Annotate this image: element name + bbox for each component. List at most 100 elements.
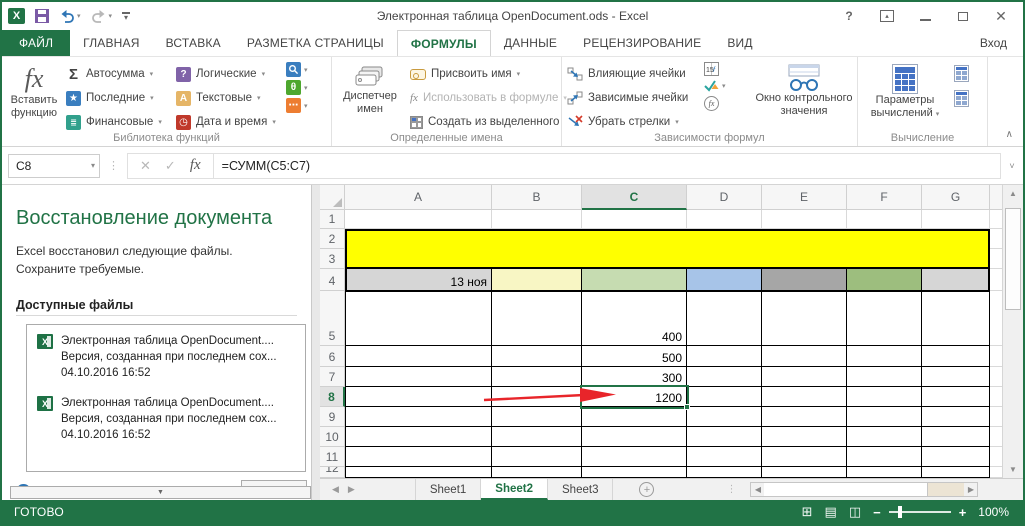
cell-D7[interactable] xyxy=(687,367,762,387)
cell-F10[interactable] xyxy=(847,427,922,447)
page-layout-view-icon[interactable]: ▤ xyxy=(825,504,837,520)
cell-F4[interactable] xyxy=(847,269,922,291)
cell-F5[interactable] xyxy=(847,291,922,346)
ribbon-display-options-icon[interactable]: ▴ xyxy=(879,8,895,24)
name-box-dropdown-icon[interactable]: ▾ xyxy=(91,161,95,170)
cell-B3[interactable] xyxy=(492,249,582,269)
cell-C3[interactable] xyxy=(582,249,687,269)
tab-review[interactable]: РЕЦЕНЗИРОВАНИЕ xyxy=(570,30,714,56)
recovered-file-item[interactable]: X Электронная таблица OpenDocument.... В… xyxy=(37,333,301,381)
cell-E9[interactable] xyxy=(762,407,847,427)
cell-F9[interactable] xyxy=(847,407,922,427)
cell-E11[interactable] xyxy=(762,447,847,467)
tab-view[interactable]: ВИД xyxy=(714,30,765,56)
cell-B4[interactable] xyxy=(492,269,582,291)
cell-D11[interactable] xyxy=(687,447,762,467)
formula-input[interactable]: =СУММ(C5:C7) xyxy=(214,153,1001,179)
cell-F6[interactable] xyxy=(847,346,922,367)
cell-E2[interactable] xyxy=(762,229,847,249)
cell-D1[interactable] xyxy=(687,210,762,229)
cell-B5[interactable] xyxy=(492,291,582,346)
cell-E6[interactable] xyxy=(762,346,847,367)
redo-button[interactable]: ▾ xyxy=(91,9,113,23)
cell-A9[interactable] xyxy=(345,407,492,427)
cell-G4[interactable] xyxy=(922,269,990,291)
cell-A2[interactable] xyxy=(345,229,492,249)
create-from-selection-button[interactable]: Создать из выделенного xyxy=(410,110,567,134)
cell-A1[interactable] xyxy=(345,210,492,229)
watch-window-button[interactable]: Окно контрольного значения xyxy=(754,60,854,118)
cell-D10[interactable] xyxy=(687,427,762,447)
row-header-3[interactable]: 3 xyxy=(320,249,345,269)
cell-E5[interactable] xyxy=(762,291,847,346)
cell-D5[interactable] xyxy=(687,291,762,346)
scroll-down-icon[interactable]: ▼ xyxy=(1003,461,1023,478)
row-header-2[interactable]: 2 xyxy=(320,229,345,249)
financial-functions-button[interactable]: ≣ Финансовые▾ xyxy=(66,110,162,134)
vertical-scroll-thumb[interactable] xyxy=(1005,208,1021,310)
define-name-button[interactable]: Присвоить имя▾ xyxy=(410,62,567,86)
row-header-5[interactable]: 5 xyxy=(320,291,345,346)
vertical-scrollbar[interactable]: ▲ ▼ xyxy=(1002,185,1023,478)
cell-D9[interactable] xyxy=(687,407,762,427)
formula-bar-expand-icon[interactable]: ˅ xyxy=(1001,161,1023,171)
cell-D8[interactable] xyxy=(687,387,762,407)
page-break-view-icon[interactable]: ◫ xyxy=(849,504,861,520)
row-header-1[interactable]: 1 xyxy=(320,210,345,229)
save-button[interactable] xyxy=(35,9,49,23)
name-box[interactable]: C8 ▾ xyxy=(8,154,100,178)
recent-functions-button[interactable]: ★ Последние▾ xyxy=(66,86,162,110)
cell-C2[interactable] xyxy=(582,229,687,249)
cell-C10[interactable] xyxy=(582,427,687,447)
row-header-9[interactable]: 9 xyxy=(320,407,345,427)
tab-formulas[interactable]: ФОРМУЛЫ xyxy=(397,30,491,56)
remove-arrows-button[interactable]: Убрать стрелки▾ xyxy=(567,110,688,134)
normal-view-icon[interactable]: ⊞ xyxy=(802,504,813,520)
column-header-G[interactable]: G xyxy=(922,185,990,210)
cell-F2[interactable] xyxy=(847,229,922,249)
cell-B7[interactable] xyxy=(492,367,582,387)
tab-home[interactable]: ГЛАВНАЯ xyxy=(70,30,152,56)
tab-data[interactable]: ДАННЫЕ xyxy=(491,30,570,56)
cell-G5[interactable] xyxy=(922,291,990,346)
customize-qat-button[interactable]: ▾ xyxy=(122,12,130,20)
cell-G8[interactable] xyxy=(922,387,990,407)
redo-dropdown-icon[interactable]: ▾ xyxy=(109,12,113,20)
cell-B6[interactable] xyxy=(492,346,582,367)
scroll-up-icon[interactable]: ▲ xyxy=(1003,185,1023,202)
zoom-slider-thumb[interactable] xyxy=(898,506,902,518)
cell-E3[interactable] xyxy=(762,249,847,269)
help-icon[interactable]: ? xyxy=(841,8,857,24)
recovered-file-item[interactable]: X Электронная таблица OpenDocument.... В… xyxy=(37,395,301,443)
tab-file[interactable]: ФАЙЛ xyxy=(2,30,70,56)
cell-A4[interactable]: 13 ноя xyxy=(345,269,492,291)
close-button[interactable]: ✕ xyxy=(993,8,1009,24)
zoom-slider[interactable] xyxy=(889,511,951,513)
row-header-12[interactable]: 12 xyxy=(320,467,345,478)
cell-C4[interactable] xyxy=(582,269,687,291)
text-functions-button[interactable]: A Текстовые▾ xyxy=(176,86,276,110)
cell-C5[interactable]: 400 xyxy=(582,291,687,346)
insert-function-button[interactable]: fx Вставить функцию xyxy=(4,60,64,120)
cell-B1[interactable] xyxy=(492,210,582,229)
column-header-C[interactable]: C xyxy=(582,185,687,210)
math-trig-button[interactable]: θ▾ xyxy=(286,80,308,95)
error-checking-button[interactable]: ▾ xyxy=(704,79,726,93)
horizontal-scroll-track[interactable] xyxy=(928,483,964,496)
row-header-7[interactable]: 7 xyxy=(320,367,345,387)
column-header-E[interactable]: E xyxy=(762,185,847,210)
cell-C1[interactable] xyxy=(582,210,687,229)
sheet-tab-sheet3[interactable]: Sheet3 xyxy=(548,479,613,500)
sheet-tab-sheet1[interactable]: Sheet1 xyxy=(415,479,481,500)
cell-A11[interactable] xyxy=(345,447,492,467)
recovery-pane-splitter[interactable]: ▼ xyxy=(10,486,311,499)
cell-C11[interactable] xyxy=(582,447,687,467)
sign-in-link[interactable]: Вход xyxy=(980,30,1023,56)
cell-C8[interactable]: 1200 xyxy=(582,387,687,407)
cell-G10[interactable] xyxy=(922,427,990,447)
collapse-ribbon-icon[interactable]: ∧ xyxy=(1006,129,1013,140)
cancel-icon[interactable]: ✕ xyxy=(140,158,151,174)
cell-A10[interactable] xyxy=(345,427,492,447)
cell-B10[interactable] xyxy=(492,427,582,447)
insert-function-fx-icon[interactable]: fx xyxy=(190,157,201,174)
